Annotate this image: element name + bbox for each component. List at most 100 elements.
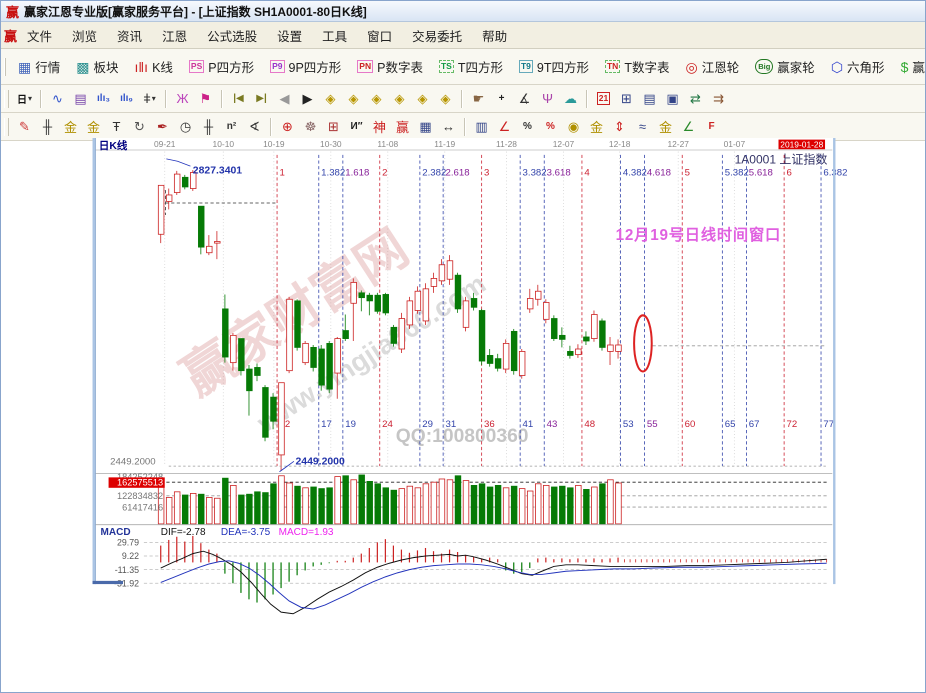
toolbar-grip[interactable] [4,58,6,76]
prev-page-icon[interactable]: ◀ [274,88,295,109]
gann-shape-icon[interactable]: Ψ [537,88,558,109]
menu-item-江恩[interactable]: 江恩 [152,22,197,49]
hexagon-button[interactable]: ⬡六角形 [823,54,893,79]
gann-cycle-label: 5 [685,168,690,179]
calendar-icon[interactable]: 21 [593,88,614,109]
t9-square-button[interactable]: T99T四方形 [511,54,597,79]
price-flag-icon[interactable]: ⇕ [609,116,630,137]
next-page-icon[interactable]: ▶ [297,88,318,109]
shen-tool-icon[interactable]: 神 [369,116,390,137]
menu-item-帮助[interactable]: 帮助 [472,22,517,49]
menu-item-设置[interactable]: 设置 [267,22,312,49]
kline-mark-icon[interactable]: И″ [346,116,367,137]
ying-tool-icon[interactable]: 赢 [392,116,413,137]
menu-item-文件[interactable]: 文件 [17,22,62,49]
bars-9-icon[interactable]: ılı₉ [116,88,137,109]
count-grid-icon[interactable]: ▦ [415,116,436,137]
chart-canvas[interactable]: 赢家财富网www.yingjia360.comQQ:1008003601121.… [1,138,926,693]
period-dropdown[interactable]: 日▾ [14,88,35,109]
expand-all-icon[interactable]: ◈ [412,88,433,109]
p-table-button[interactable]: PNP数字表 [349,54,431,79]
notes-icon[interactable]: ▤ [639,88,660,109]
quotes-button[interactable]: ▦行情 [10,54,68,79]
gann-count-label: 31 [446,419,457,430]
compass-icon[interactable]: ⊕ [277,116,298,137]
time-ruler-icon[interactable]: ╫ [198,116,219,137]
toolbar-navigation: 日▾∿▤ılı₃ılı₉ǂ▾Ж⚑|◀▶|◀▶◈◈◈◈◈◈☛+∡Ψ☁21⊞▤▣⇄⇉ [1,85,925,113]
title-bar[interactable]: 赢 赢家江恩专业版[赢家服务平台] - [上证指数 SH1A0001-80日K线… [1,1,925,22]
volume-axis-label: 122834832 [117,491,163,501]
people-icon[interactable]: Ж [172,88,193,109]
gann-wheel-button[interactable]: ◎江恩轮 [677,54,747,79]
gann-wheel-icon: ☸ [305,119,317,135]
calculator-icon[interactable]: ⊞ [616,88,637,109]
golden-box-icon[interactable]: 金 [83,116,104,137]
angle-fan-icon[interactable]: ∢ [244,116,265,137]
time-clock-icon[interactable]: ◷ [175,116,196,137]
candle-body [495,359,501,369]
expand-horizontal-icon[interactable]: ◈ [366,88,387,109]
compress-horizontal-icon[interactable]: ◈ [389,88,410,109]
t-table-button[interactable]: TNT数字表 [597,54,677,79]
gold-level-icon[interactable]: 金 [655,116,676,137]
n-square-icon[interactable]: n² [221,116,242,137]
bars-3-icon[interactable]: ılı₃ [93,88,114,109]
winner-wheel-button[interactable]: Big赢家轮 [747,54,823,79]
pan-hand-icon[interactable]: ☛ [468,88,489,109]
toolbar-grip[interactable] [4,90,9,108]
volume-bar [519,489,525,524]
angle-line-icon[interactable]: ∠ [678,116,699,137]
first-page-icon[interactable]: |◀ [228,88,249,109]
menu-item-窗口[interactable]: 窗口 [357,22,402,49]
grid-target-icon[interactable]: ⊞ [323,116,344,137]
send-icon[interactable]: ⇉ [708,88,729,109]
golden-section-icon[interactable]: 金 [60,116,81,137]
f-ruler-icon[interactable]: Ŧ [106,116,127,137]
menu-item-交易委托[interactable]: 交易委托 [402,22,472,49]
angle-tool-icon[interactable]: ∡ [514,88,535,109]
compare-bars-icon[interactable]: ▥ [471,116,492,137]
p-square-button[interactable]: PSP四方形 [181,54,262,79]
brush-icon[interactable]: ✎ [14,116,35,137]
kline-button[interactable]: ıǁıK线 [127,54,181,79]
export-icon[interactable]: ⇄ [685,88,706,109]
sectors-icon: ▩ [76,60,89,74]
wave-icon[interactable]: ∿ [47,88,68,109]
winner-service-button[interactable]: $赢家服务 [893,54,926,79]
span-arrows-icon[interactable]: ↔ [438,116,459,137]
candle-style-dropdown[interactable]: ǂ▾ [139,88,160,109]
gann-wheel-icon[interactable]: ☸ [300,116,321,137]
fx-icon[interactable]: F [701,116,722,137]
window-frame-right [833,138,835,584]
crosshair-icon[interactable]: + [491,88,512,109]
report-icon[interactable]: ▤ [70,88,91,109]
pan-hand-icon: ☛ [473,91,485,107]
sectors-button[interactable]: ▩板块 [68,54,126,79]
menu-item-公式选股[interactable]: 公式选股 [197,22,267,49]
expand-right-icon[interactable]: ◈ [343,88,364,109]
menu-item-工具[interactable]: 工具 [312,22,357,49]
marker-pen-icon[interactable]: ✒ [152,116,173,137]
expand-left-icon[interactable]: ◈ [320,88,341,109]
percent-slope-icon[interactable]: ∠ [494,116,515,137]
toolbar-grip[interactable] [4,118,9,136]
wave-overlay-icon[interactable]: ≈ [632,116,653,137]
flag-chart-icon[interactable]: ⚑ [195,88,216,109]
compress-all-icon[interactable]: ◈ [435,88,456,109]
percent-icon[interactable]: % [517,116,538,137]
save-icon[interactable]: ▣ [662,88,683,109]
spiral-icon[interactable]: ↻ [129,116,150,137]
brain-icon[interactable]: ☁ [560,88,581,109]
t-square-button[interactable]: TST四方形 [431,54,511,79]
gold-coin-icon[interactable]: ◉ [563,116,584,137]
last-page-icon[interactable]: ▶| [251,88,272,109]
gold-lines-icon[interactable]: 金 [586,116,607,137]
p9-square-button[interactable]: P99P四方形 [262,54,349,79]
comb-icon[interactable]: ╫ [37,116,58,137]
report-icon: ▤ [74,91,86,107]
gann-count-label: 43 [547,419,558,430]
chart-panel[interactable]: 赢家财富网www.yingjia360.comQQ:1008003601121.… [1,138,926,693]
percent-line-icon[interactable]: % [540,116,561,137]
menu-item-浏览[interactable]: 浏览 [62,22,107,49]
menu-item-资讯[interactable]: 资讯 [107,22,152,49]
